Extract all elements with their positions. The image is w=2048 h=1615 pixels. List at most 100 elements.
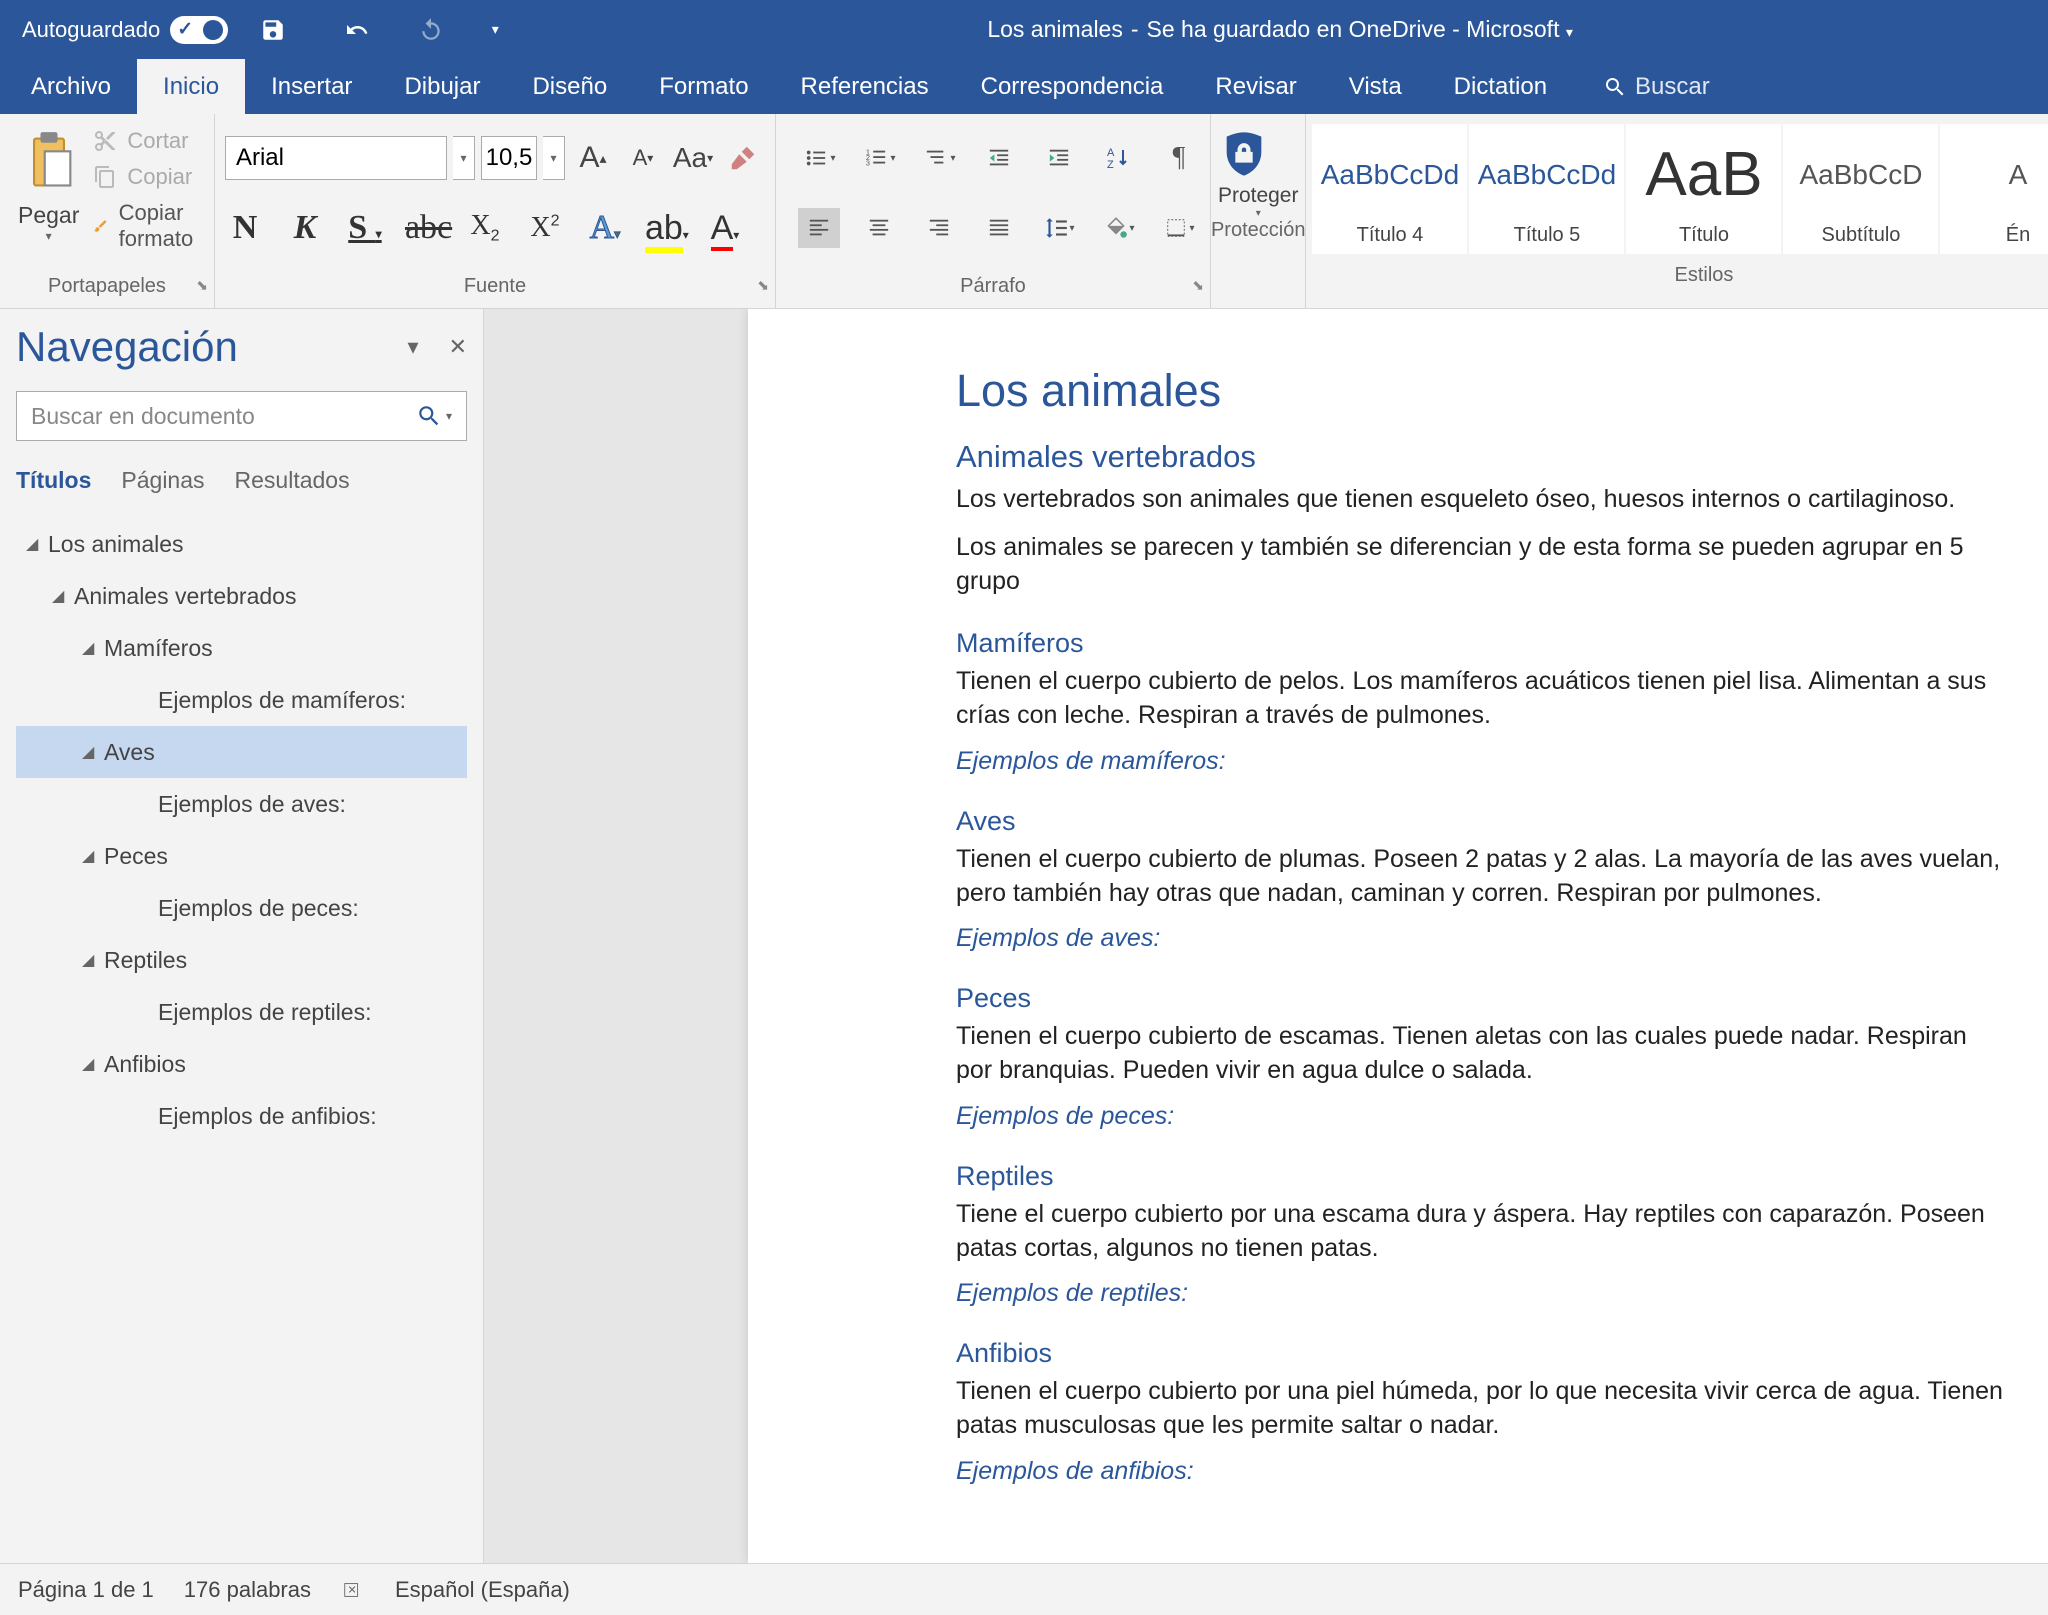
increase-indent-button[interactable] [1038, 138, 1080, 178]
nav-tab-titles[interactable]: Títulos [16, 467, 91, 494]
doc-heading-3[interactable]: Ejemplos de mamíferos: [956, 747, 2008, 776]
copy-button[interactable]: Copiar [93, 164, 204, 190]
doc-paragraph[interactable]: Tienen el cuerpo cubierto por una piel h… [956, 1375, 2008, 1443]
tree-item[interactable]: ◢Peces [16, 830, 467, 882]
font-size-dropdown-icon[interactable]: ▾ [543, 136, 565, 180]
superscript-button[interactable]: X2 [525, 212, 565, 244]
dialog-launcher-icon[interactable]: ⬊ [757, 277, 769, 294]
shrink-font-button[interactable]: A▾ [621, 136, 665, 180]
doc-paragraph[interactable]: Tiene el cuerpo cubierto por una escama … [956, 1198, 2008, 1266]
redo-icon[interactable] [414, 13, 448, 47]
doc-paragraph[interactable]: Los vertebrados son animales que tienen … [956, 483, 2008, 517]
tab-diseño[interactable]: Diseño [506, 59, 633, 114]
style-título-4[interactable]: AaBbCcDdTítulo 4 [1312, 124, 1467, 254]
font-family-dropdown-icon[interactable]: ▾ [453, 136, 475, 180]
borders-button[interactable]: ▾ [1158, 208, 1200, 248]
tell-me-search[interactable]: Buscar [1603, 73, 1710, 101]
collapse-arrow-icon[interactable]: ◢ [82, 638, 104, 658]
doc-heading-3[interactable]: Ejemplos de aves: [956, 924, 2008, 953]
tab-referencias[interactable]: Referencias [775, 59, 955, 114]
document-area[interactable]: Los animales Animales vertebrados Los ver… [484, 309, 2048, 1563]
tab-vista[interactable]: Vista [1323, 59, 1428, 114]
text-effects-button[interactable]: A▾ [585, 209, 625, 247]
doc-paragraph[interactable]: Los animales se parecen y también se dif… [956, 531, 2008, 599]
doc-paragraph[interactable]: Tienen el cuerpo cubierto de escamas. Ti… [956, 1020, 2008, 1088]
justify-button[interactable] [978, 208, 1020, 248]
tab-formato[interactable]: Formato [633, 59, 774, 114]
dialog-launcher-icon[interactable]: ⬊ [196, 277, 208, 294]
decrease-indent-button[interactable] [978, 138, 1020, 178]
collapse-arrow-icon[interactable]: ◢ [82, 846, 104, 866]
pane-options-icon[interactable]: ▾ [408, 334, 419, 360]
doc-title[interactable]: Los animales [956, 365, 2008, 417]
italic-button[interactable]: K [285, 209, 325, 247]
tree-item[interactable]: ◢Animales vertebrados [16, 570, 467, 622]
doc-heading-2[interactable]: Mamíferos [956, 628, 2008, 659]
doc-heading-3[interactable]: Ejemplos de reptiles: [956, 1279, 2008, 1308]
font-size-select[interactable]: 10,5 [481, 136, 537, 180]
style-título-5[interactable]: AaBbCcDdTítulo 5 [1469, 124, 1624, 254]
search-icon[interactable] [416, 403, 442, 429]
paste-button[interactable]: Pegar ▾ [10, 122, 87, 267]
tree-item[interactable]: ◢Aves [16, 726, 467, 778]
tab-dictation[interactable]: Dictation [1428, 59, 1573, 114]
navigation-search[interactable]: ▾ [16, 391, 467, 441]
tree-item[interactable]: ◢Mamíferos [16, 622, 467, 674]
underline-button[interactable]: S ▾ [345, 209, 385, 247]
font-color-button[interactable]: A▾ [705, 209, 745, 248]
qat-customize-icon[interactable]: ▾ [478, 13, 512, 47]
collapse-arrow-icon[interactable]: ◢ [82, 1054, 104, 1074]
clear-formatting-button[interactable] [721, 136, 765, 180]
language-indicator[interactable]: Español (España) [395, 1577, 570, 1603]
dialog-launcher-icon[interactable]: ⬊ [1192, 277, 1204, 294]
change-case-button[interactable]: Aa▾ [671, 136, 715, 180]
style-subtítulo[interactable]: AaBbCcDSubtítulo [1783, 124, 1938, 254]
sort-button[interactable]: AZ [1098, 138, 1140, 178]
doc-heading-1[interactable]: Animales vertebrados [956, 439, 2008, 475]
subscript-button[interactable]: X2 [465, 210, 505, 246]
save-icon[interactable] [256, 13, 290, 47]
protect-button[interactable]: Proteger ▾ [1218, 126, 1299, 219]
doc-heading-2[interactable]: Aves [956, 806, 2008, 837]
bold-button[interactable]: N [225, 209, 265, 247]
highlight-button[interactable]: ab▾ [645, 209, 685, 248]
multilevel-list-button[interactable]: ▾ [918, 138, 960, 178]
collapse-arrow-icon[interactable]: ◢ [26, 534, 48, 554]
line-spacing-button[interactable]: ▾ [1038, 208, 1080, 248]
tree-item[interactable]: ◢Anfibios [16, 1038, 467, 1090]
collapse-arrow-icon[interactable]: ◢ [82, 742, 104, 762]
tab-archivo[interactable]: Archivo [5, 59, 137, 114]
page-indicator[interactable]: Página 1 de 1 [18, 1577, 154, 1603]
tab-revisar[interactable]: Revisar [1189, 59, 1322, 114]
font-family-select[interactable]: Arial [225, 136, 447, 180]
numbering-button[interactable]: 123▾ [858, 138, 900, 178]
word-count[interactable]: 176 palabras [184, 1577, 311, 1603]
tab-inicio[interactable]: Inicio [137, 59, 245, 114]
tree-item[interactable]: ◢Reptiles [16, 934, 467, 986]
tree-item[interactable]: Ejemplos de anfibios: [16, 1090, 467, 1142]
nav-tab-pages[interactable]: Páginas [121, 467, 204, 494]
align-left-button[interactable] [798, 208, 840, 248]
document-page[interactable]: Los animales Animales vertebrados Los ver… [748, 309, 2048, 1563]
shading-button[interactable]: ▾ [1098, 208, 1140, 248]
undo-icon[interactable] [340, 13, 374, 47]
close-pane-icon[interactable]: ✕ [449, 334, 467, 360]
doc-paragraph[interactable]: Tienen el cuerpo cubierto de pelos. Los … [956, 665, 2008, 733]
align-center-button[interactable] [858, 208, 900, 248]
tab-dibujar[interactable]: Dibujar [378, 59, 506, 114]
doc-heading-3[interactable]: Ejemplos de anfibios: [956, 1457, 2008, 1486]
style-én[interactable]: AÉn [1940, 124, 2048, 254]
strikethrough-button[interactable]: abc [405, 209, 445, 247]
format-painter-button[interactable]: Copiar formato [93, 200, 204, 252]
tree-item[interactable]: ◢Los animales [16, 518, 467, 570]
search-input[interactable] [31, 403, 416, 430]
doc-paragraph[interactable]: Tienen el cuerpo cubierto de plumas. Pos… [956, 843, 2008, 911]
nav-tab-results[interactable]: Resultados [235, 467, 350, 494]
collapse-arrow-icon[interactable]: ◢ [52, 586, 74, 606]
doc-heading-3[interactable]: Ejemplos de peces: [956, 1102, 2008, 1131]
tree-item[interactable]: Ejemplos de mamíferos: [16, 674, 467, 726]
tree-item[interactable]: Ejemplos de aves: [16, 778, 467, 830]
tree-item[interactable]: Ejemplos de peces: [16, 882, 467, 934]
align-right-button[interactable] [918, 208, 960, 248]
grow-font-button[interactable]: A▴ [571, 136, 615, 180]
